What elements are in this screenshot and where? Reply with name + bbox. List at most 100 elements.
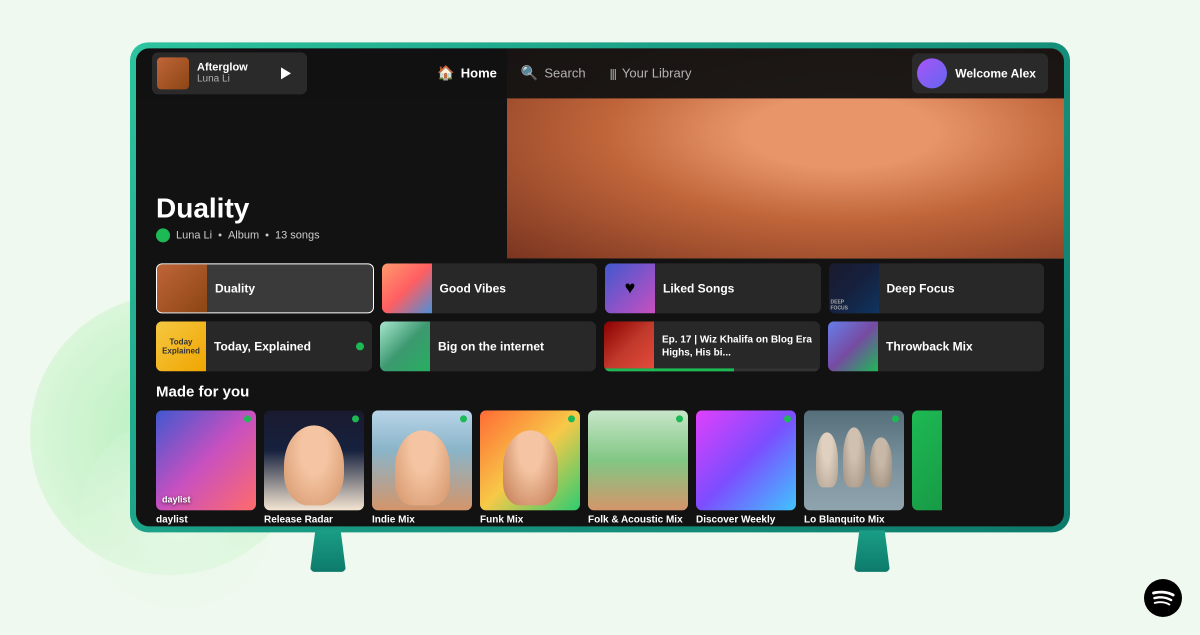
nav-links: 🏠 Home 🔍 Search ||| Your Library [417,64,691,81]
liked-label: Liked Songs [663,281,821,295]
grid-card-duality[interactable]: Duality [156,263,374,313]
tv-stands [130,530,1070,572]
hero-separator2: • [265,229,269,241]
home-icon: 🏠 [437,64,454,81]
now-playing-info: Afterglow Luna Li [197,61,248,84]
nav-home[interactable]: 🏠 Home [437,64,497,81]
discover-label: Discover Weekly [696,514,796,525]
deepfocus-label: Deep Focus [887,281,1045,295]
hero-type: Album [228,229,259,241]
made-for-you-title: Made for you [156,383,1044,400]
today-label: Today, Explained [214,339,348,353]
discover-img [696,410,796,510]
grid-card-throwback[interactable]: Throwback Mix [828,321,1044,371]
tv-stand-left [310,530,346,572]
deepfocus-thumb: DeepFocus [829,263,879,313]
goodvibes-thumb [382,263,432,313]
made-card-funk[interactable]: Funk Mix [480,410,580,525]
grid-row-2: TodayExplained Today, Explained Big on t… [156,321,1044,371]
podcast-thumb [604,321,654,371]
welcome-badge[interactable]: Welcome Alex [912,53,1048,93]
made-card-loblanquito[interactable]: Lo Blanquito Mix [804,410,904,525]
welcome-text: Welcome Alex [955,66,1036,80]
play-icon [281,67,291,79]
next-img [912,410,942,510]
tv-screen: Afterglow Luna Li 🏠 Home 🔍 Search [136,48,1064,526]
funk-dot [568,415,575,422]
podcast-progress-bar [604,368,820,371]
tv-frame: Afterglow Luna Li 🏠 Home 🔍 Search [130,42,1070,572]
nav-library[interactable]: ||| Your Library [610,65,692,80]
tv-body: Afterglow Luna Li 🏠 Home 🔍 Search [130,42,1070,532]
made-for-you-cards: daylist daylist Release Radar [156,410,1044,525]
funk-img [480,410,580,510]
duality-thumb [157,263,207,313]
indie-img [372,410,472,510]
hero-content: Duality Luna Li • Album • 13 songs [136,98,1064,258]
hero-title: Duality [156,193,1044,224]
nav-library-label: Your Library [622,65,692,80]
library-icon: ||| [610,66,616,80]
nav-search-label: Search [544,65,585,80]
play-button[interactable] [275,62,297,84]
goodvibes-label: Good Vibes [440,281,598,295]
loblanquito-dot [892,415,899,422]
navbar: Afterglow Luna Li 🏠 Home 🔍 Search [136,48,1064,98]
podcast-label: Ep. 17 | Wiz Khalifa on Blog Era Highs, … [662,333,814,359]
duality-label: Duality [215,281,373,295]
hero-separator: • [218,229,222,241]
loblanquito-label: Lo Blanquito Mix [804,514,904,525]
nav-search[interactable]: 🔍 Search [521,64,586,81]
artist-icon [156,228,170,242]
grid-section: Duality Good Vibes ♥ Liked Songs [136,263,1064,379]
folk-img [588,410,688,510]
now-playing-thumbnail [157,57,189,89]
liked-thumb: ♥ [605,263,655,313]
hero-meta: Luna Li • Album • 13 songs [156,228,1044,242]
boi-thumb [380,321,430,371]
folk-label: Folk & Acoustic Mix [588,514,688,525]
boi-label: Big on the internet [438,339,596,353]
podcast-progress-fill [604,368,734,371]
release-dot [352,415,359,422]
discover-dot [784,415,791,422]
user-avatar [917,58,947,88]
grid-card-goodvibes[interactable]: Good Vibes [382,263,598,313]
made-card-release[interactable]: Release Radar [264,410,364,525]
search-icon: 🔍 [521,64,538,81]
made-card-discover[interactable]: Discover Weekly [696,410,796,525]
grid-card-liked[interactable]: ♥ Liked Songs [605,263,821,313]
now-playing-artist: Luna Li [197,73,248,84]
made-for-you-section: Made for you daylist daylist [136,383,1064,525]
release-label: Release Radar [264,514,364,525]
daylist-label: daylist [156,514,256,525]
tv-stand-right [854,530,890,572]
hero-song-count: 13 songs [275,229,320,241]
daylist-img: daylist [156,410,256,510]
made-card-daylist[interactable]: daylist daylist [156,410,256,525]
spotify-logo [1144,579,1182,617]
grid-card-deepfocus[interactable]: DeepFocus Deep Focus [829,263,1045,313]
made-card-indie[interactable]: Indie Mix [372,410,472,525]
grid-card-podcast[interactable]: Ep. 17 | Wiz Khalifa on Blog Era Highs, … [604,321,820,371]
throwback-label: Throwback Mix [886,339,1044,353]
indie-label: Indie Mix [372,514,472,525]
daylist-overlay-label: daylist [162,494,191,504]
grid-card-today[interactable]: TodayExplained Today, Explained [156,321,372,371]
made-card-next[interactable] [912,410,942,525]
grid-row-1: Duality Good Vibes ♥ Liked Songs [156,263,1044,313]
daylist-dot [244,415,251,422]
indie-dot [460,415,467,422]
made-card-folk[interactable]: Folk & Acoustic Mix [588,410,688,525]
hero-artist: Luna Li [176,229,212,241]
now-playing-title: Afterglow [197,61,248,73]
new-indicator-dot [356,342,364,350]
grid-card-boi[interactable]: Big on the internet [380,321,596,371]
loblanquito-img [804,410,904,510]
funk-label: Funk Mix [480,514,580,525]
release-img [264,410,364,510]
now-playing-pill[interactable]: Afterglow Luna Li [152,52,307,94]
nav-home-label: Home [461,65,497,80]
today-thumb: TodayExplained [156,321,206,371]
throwback-thumb [828,321,878,371]
